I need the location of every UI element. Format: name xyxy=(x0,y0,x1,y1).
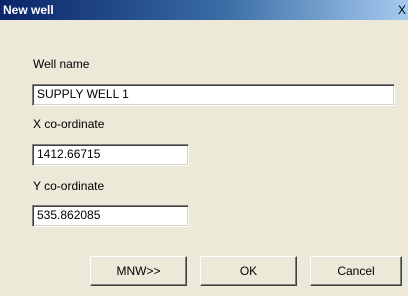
well-name-label: Well name xyxy=(33,57,90,71)
cancel-button[interactable]: Cancel xyxy=(310,256,402,286)
ok-button[interactable]: OK xyxy=(200,256,297,286)
y-coordinate-label: Y co-ordinate xyxy=(33,179,105,193)
x-coordinate-label: X co-ordinate xyxy=(33,117,105,131)
window-title: New well xyxy=(3,3,54,17)
well-name-input[interactable]: SUPPLY WELL 1 xyxy=(32,84,395,106)
x-coordinate-input[interactable]: 1412.66715 xyxy=(32,144,189,166)
mnw-button[interactable]: MNW>> xyxy=(90,256,187,286)
title-bar[interactable]: New well X xyxy=(0,0,408,20)
close-icon[interactable]: X xyxy=(398,2,408,18)
y-coordinate-input[interactable]: 535.862085 xyxy=(32,205,189,227)
new-well-dialog: New well X Well name SUPPLY WELL 1 X co-… xyxy=(0,0,408,296)
